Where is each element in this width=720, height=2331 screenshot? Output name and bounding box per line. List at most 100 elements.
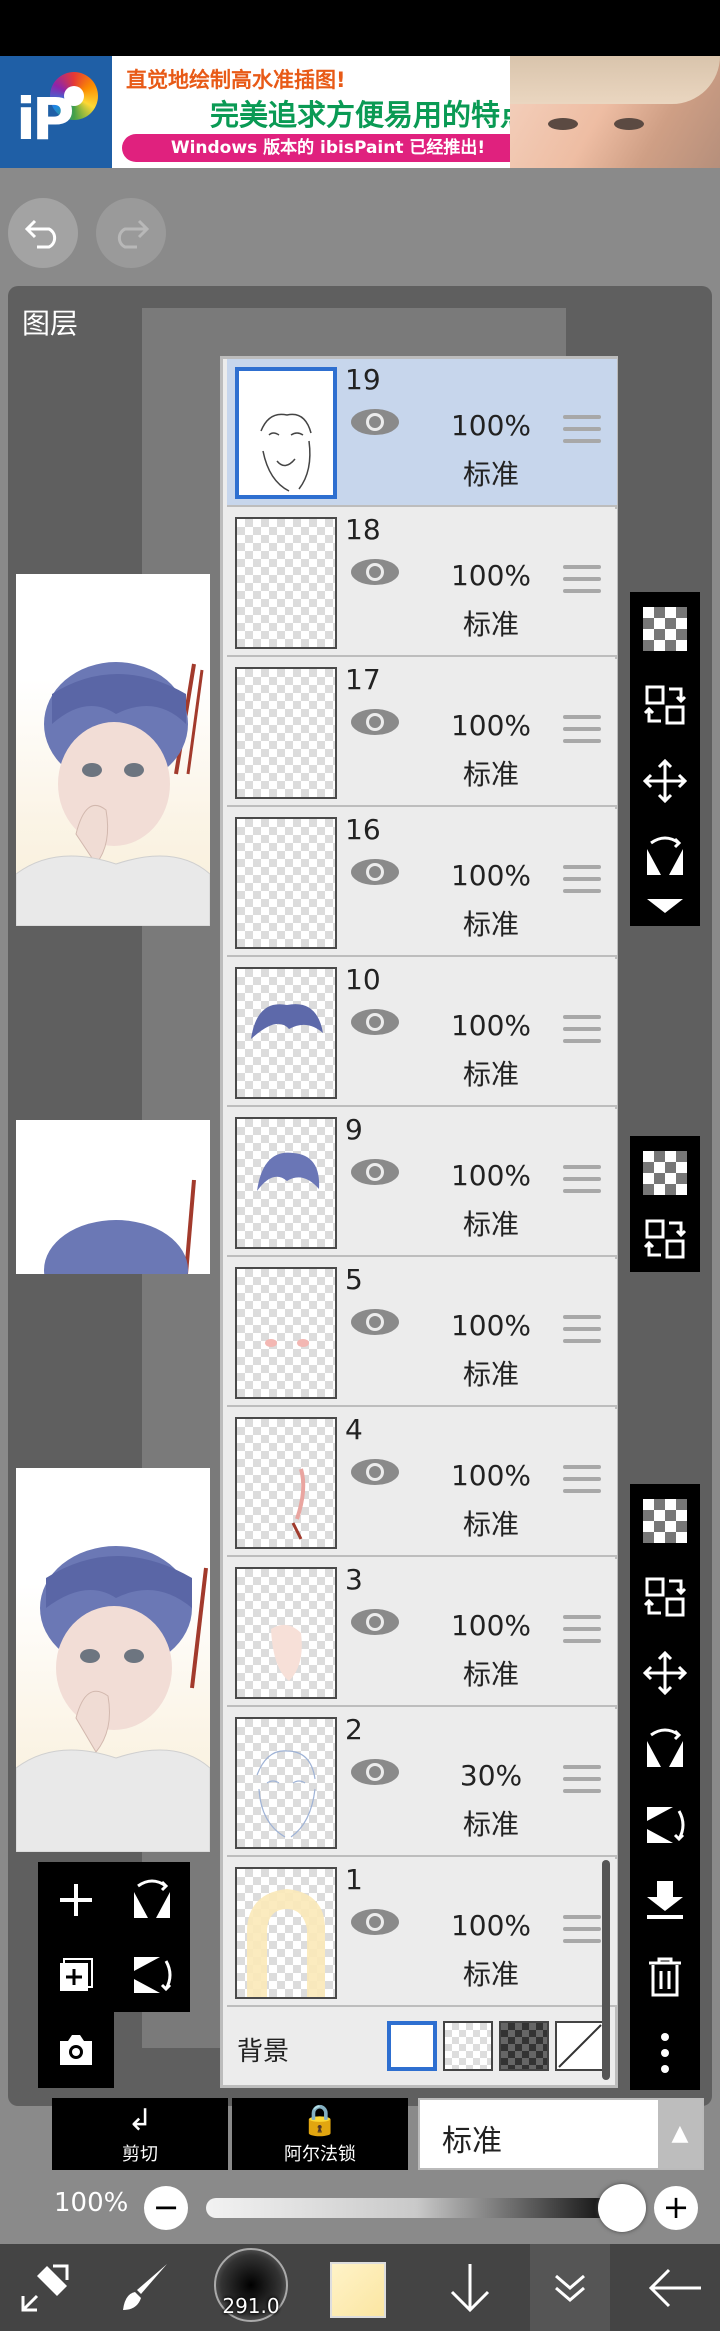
drag-handle-icon[interactable]: [563, 865, 601, 895]
trash-icon: [649, 1957, 681, 1997]
background-dark-checker-option[interactable]: [499, 2021, 549, 2071]
layer-row[interactable]: 3 100% 标准: [227, 1559, 617, 1707]
move-layer-button[interactable]: [630, 1636, 700, 1710]
add-layer-button[interactable]: [38, 1862, 114, 1937]
eye-icon[interactable]: [349, 1007, 401, 1037]
layer-thumbnail: [235, 667, 337, 799]
layer-add-tools: [38, 1862, 190, 2012]
drag-handle-icon[interactable]: [563, 415, 601, 445]
duplicate-icon: [60, 1957, 93, 1991]
swap-layers-icon: [643, 685, 687, 725]
eye-icon[interactable]: [349, 857, 401, 887]
drag-handle-icon[interactable]: [563, 1015, 601, 1045]
layer-number: 16: [345, 813, 381, 846]
drag-handle-icon[interactable]: [563, 1465, 601, 1495]
new-transparent-layer-button[interactable]: [630, 1136, 700, 1210]
current-color-swatch[interactable]: [330, 2262, 386, 2318]
layer-opacity: 100%: [450, 1009, 532, 1042]
drag-handle-icon[interactable]: [563, 715, 601, 745]
blend-mode-select[interactable]: 标准 ▲: [418, 2098, 704, 2170]
layer-row[interactable]: 19 100% 标准: [227, 359, 617, 507]
layer-row[interactable]: 9 100% 标准: [227, 1109, 617, 1257]
drag-handle-icon[interactable]: [563, 1915, 601, 1945]
canvas-preview-3[interactable]: [16, 1468, 210, 1852]
layer-row[interactable]: 17 100% 标准: [227, 659, 617, 807]
canvas-preview-2[interactable]: [16, 1120, 210, 1274]
flip-vertical-button[interactable]: [630, 890, 700, 926]
undo-button[interactable]: [8, 198, 78, 268]
layer-row[interactable]: 5 100% 标准: [227, 1259, 617, 1407]
merge-down-button[interactable]: [630, 1864, 700, 1938]
flip-horizontal-button[interactable]: [630, 820, 700, 894]
brush-size-value: 291.0: [222, 2294, 280, 2318]
eye-icon[interactable]: [349, 1457, 401, 1487]
double-chevron-down-icon: [555, 2274, 585, 2302]
move-layer-button[interactable]: [630, 744, 700, 818]
background-light-checker-option[interactable]: [443, 2021, 493, 2071]
drag-handle-icon[interactable]: [563, 1615, 601, 1645]
layers-list[interactable]: 19 100% 标准 18 100% 标准 17 100% 标准 16 100%…: [220, 356, 618, 2088]
eye-icon[interactable]: [349, 1607, 401, 1637]
layer-number: 9: [345, 1113, 363, 1146]
layer-row[interactable]: 1 100% 标准: [227, 1859, 617, 2007]
portrait-illustration: [44, 1179, 196, 1274]
ad-banner[interactable]: iP 直觉地绘制高水准插图! 完美追求方便易用的特点! Windows 版本的 …: [0, 56, 720, 168]
layer-down-button[interactable]: [430, 2244, 510, 2331]
more-options-button[interactable]: [630, 2016, 700, 2090]
eye-icon[interactable]: [349, 1157, 401, 1187]
eye-icon[interactable]: [349, 1307, 401, 1337]
brush-tool-button[interactable]: [100, 2244, 190, 2331]
flip-layer-button[interactable]: [114, 1862, 190, 1937]
layer-opacity: 100%: [450, 1609, 532, 1642]
opacity-increase-button[interactable]: +: [654, 2186, 698, 2230]
layer-opacity: 100%: [450, 1909, 532, 1942]
duplicate-layer-button[interactable]: [38, 1937, 114, 2012]
opacity-decrease-button[interactable]: −: [144, 2186, 188, 2230]
layer-number: 4: [345, 1413, 363, 1446]
eye-icon[interactable]: [349, 407, 401, 437]
tool-selection-button[interactable]: [0, 2244, 90, 2331]
layer-row[interactable]: 18 100% 标准: [227, 509, 617, 657]
drag-handle-icon[interactable]: [563, 1765, 601, 1795]
eye-icon[interactable]: [349, 557, 401, 587]
drag-handle-icon[interactable]: [563, 1315, 601, 1345]
alpha-lock-button[interactable]: 🔒 阿尔法锁: [232, 2098, 408, 2170]
flip-vertical-button[interactable]: [630, 1788, 700, 1862]
flip-horizontal-button[interactable]: [630, 1712, 700, 1786]
collapse-panel-button[interactable]: [530, 2244, 610, 2331]
drag-handle-icon[interactable]: [563, 565, 601, 595]
flip-layer-vertical-button[interactable]: [114, 1937, 190, 2012]
import-photo-button[interactable]: [38, 2012, 114, 2087]
opacity-bar: 100% − +: [0, 2176, 720, 2240]
layer-row[interactable]: 16 100% 标准: [227, 809, 617, 957]
clipping-button[interactable]: ↲ 剪切: [52, 2098, 228, 2170]
eye-icon[interactable]: [349, 1907, 401, 1937]
new-transparent-layer-button[interactable]: [630, 1484, 700, 1558]
swap-layer-button[interactable]: [630, 668, 700, 742]
opacity-slider-knob[interactable]: [598, 2184, 646, 2232]
redo-button[interactable]: [96, 198, 166, 268]
swap-layer-button[interactable]: [630, 1560, 700, 1634]
background-row: 背景: [227, 2009, 617, 2083]
new-transparent-layer-button[interactable]: [630, 592, 700, 666]
eye-icon[interactable]: [349, 1757, 401, 1787]
background-white-option[interactable]: [387, 2021, 437, 2071]
layer-blend-mode: 标准: [462, 1358, 519, 1391]
back-button[interactable]: [630, 2244, 720, 2331]
ad-headline-3: Windows 版本的 ibisPaint 已经推出!: [122, 134, 534, 162]
layer-row[interactable]: 4 100% 标准: [227, 1409, 617, 1557]
swap-layer-button[interactable]: [630, 1202, 700, 1276]
layer-blend-mode: 标准: [462, 1658, 519, 1691]
panel-title: 图层: [22, 307, 79, 340]
background-none-option[interactable]: [555, 2021, 605, 2071]
eye-icon[interactable]: [349, 707, 401, 737]
delete-layer-button[interactable]: [630, 1940, 700, 2014]
opacity-slider[interactable]: [206, 2198, 626, 2218]
layer-row[interactable]: 2 30% 标准: [227, 1709, 617, 1857]
layers-scrollbar[interactable]: [602, 1860, 610, 2080]
drag-handle-icon[interactable]: [563, 1165, 601, 1195]
layer-opacity: 100%: [450, 1159, 532, 1192]
layer-row[interactable]: 10 100% 标准: [227, 959, 617, 1107]
plus-icon: [60, 1883, 92, 1916]
canvas-preview-1[interactable]: [16, 574, 210, 926]
